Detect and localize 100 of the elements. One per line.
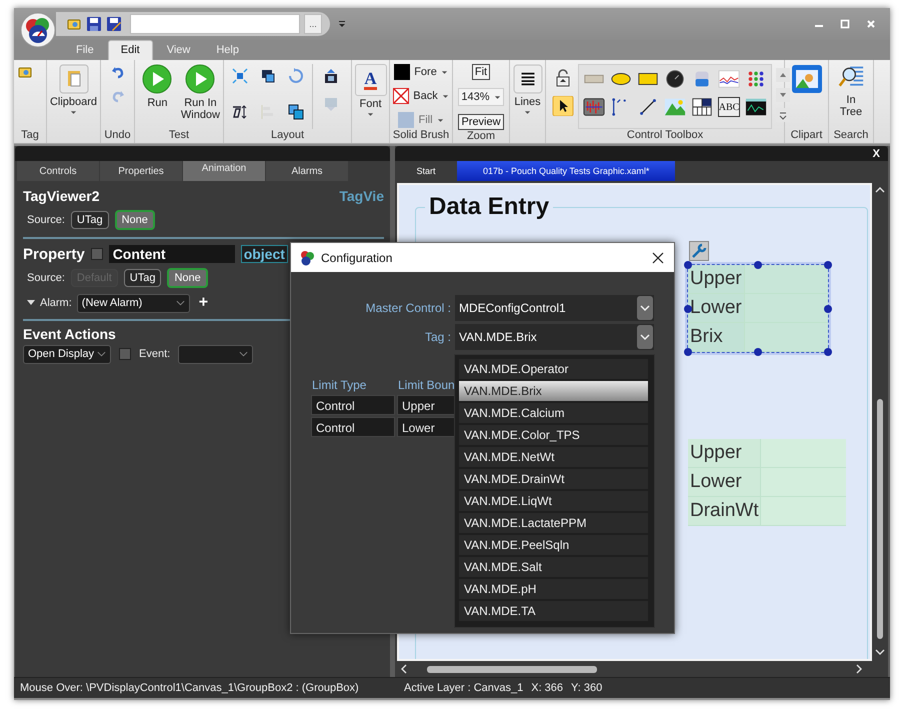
dropdown-option[interactable]: VAN.MDE.TA (459, 601, 648, 621)
alarm-dropdown[interactable]: (New Alarm) (76, 294, 190, 312)
chevron-icon (239, 351, 248, 357)
dropdown-option[interactable]: VAN.MDE.DrainWt (459, 469, 648, 489)
clipart-icon[interactable] (790, 64, 822, 96)
chevron-icon (176, 300, 185, 306)
panel-tab[interactable]: Alarms (266, 161, 348, 181)
panel-tab[interactable]: Properties (100, 161, 182, 181)
tag-label: Tag : (424, 330, 452, 344)
run-button[interactable]: Run In Window (180, 64, 220, 129)
panel-tab[interactable]: Controls (17, 161, 99, 181)
menu-tab[interactable]: Edit (108, 40, 153, 60)
dropdown-option[interactable]: VAN.MDE.Salt (459, 557, 648, 577)
source-button[interactable]: None (167, 268, 208, 288)
scroll-down-icon[interactable] (875, 649, 885, 655)
lines-button[interactable]: Lines (512, 64, 542, 129)
tag-group[interactable]: Upper Lower DrainWt (688, 439, 846, 526)
scroll-right-icon[interactable] (856, 664, 862, 674)
section-title: Event Actions (23, 326, 117, 342)
master-control-dropdown[interactable]: MDEConfigControl1 (455, 295, 654, 321)
dropdown-option[interactable]: VAN.MDE.Brix (459, 381, 648, 401)
close-icon[interactable] (652, 252, 664, 264)
bar-chart-icon[interactable] (583, 97, 605, 117)
browse-button[interactable]: ... (304, 14, 322, 34)
event-checkbox[interactable] (119, 348, 131, 360)
customize-caret-icon[interactable] (338, 20, 346, 28)
chevron-icon (97, 351, 106, 357)
fit-button[interactable]: Fit (472, 64, 490, 80)
group-label: Tag (21, 129, 39, 143)
resize-handle[interactable] (684, 261, 692, 269)
dropdown-option[interactable]: VAN.MDE.pH (459, 579, 648, 599)
preview-button[interactable]: Preview (458, 114, 504, 130)
tag-dropdown[interactable]: VAN.MDE.Brix (455, 324, 654, 350)
source-button[interactable]: None (114, 210, 155, 230)
title-field[interactable] (130, 14, 300, 34)
scroll-left-icon[interactable] (401, 664, 407, 674)
maximize-icon[interactable] (840, 19, 850, 29)
master-control-label: Master Control : (364, 301, 452, 315)
search-tree-button[interactable]: In Tree (836, 64, 866, 129)
dropdown-option[interactable]: VAN.MDE.LactatePPM (459, 513, 648, 533)
document-tab[interactable]: 017b - Pouch Quality Tests Graphic.xaml* (457, 161, 676, 181)
clipboard-button[interactable]: Clipboard (50, 64, 98, 129)
line-icon[interactable] (637, 97, 659, 117)
dropdown-option[interactable]: VAN.MDE.LiqWt (459, 491, 648, 511)
brush-color-button[interactable]: Fore (394, 64, 448, 80)
save-as-icon[interactable] (106, 16, 122, 32)
text-label-icon[interactable]: ABC (718, 97, 740, 117)
collapse-icon[interactable] (27, 300, 35, 306)
dropdown-option[interactable]: VAN.MDE.Calcium (459, 403, 648, 423)
limit-label: Lower (689, 296, 743, 320)
select-all-icon[interactable] (232, 68, 248, 84)
dropdown-option[interactable]: VAN.MDE.NetWt (459, 447, 648, 467)
limit-label: DrainWt (689, 499, 760, 523)
property-name-field[interactable]: Content (108, 245, 235, 263)
grid-icon[interactable] (691, 97, 713, 117)
y-coordinate: Y: 360 (571, 682, 602, 694)
action-dropdown[interactable]: Open Display (23, 344, 111, 364)
resize-handle[interactable] (824, 261, 832, 269)
pointer-icon[interactable] (552, 96, 574, 116)
caret-icon (524, 110, 531, 115)
resize-handle[interactable] (824, 348, 832, 356)
resize-handle[interactable] (754, 261, 762, 269)
resize-handle[interactable] (684, 348, 692, 356)
export-icon[interactable] (323, 68, 339, 84)
resize-handle[interactable] (684, 304, 692, 312)
gauge-icon[interactable] (664, 69, 686, 89)
scroll-up-icon[interactable] (875, 187, 885, 193)
caret-icon (70, 110, 77, 115)
close-panel-button[interactable]: X (864, 146, 888, 161)
zoom-dropdown[interactable]: 143% (458, 88, 504, 106)
limit-label: Upper (689, 441, 743, 465)
source-button[interactable]: UTag (70, 211, 109, 229)
chevron-icon (637, 296, 653, 320)
property-checkbox[interactable] (90, 248, 103, 260)
dropdown-option[interactable]: VAN.MDE.PeelSqln (459, 535, 648, 555)
table-cell: Control (311, 395, 395, 415)
caret-icon (442, 94, 449, 98)
add-alarm-button[interactable]: + (194, 294, 212, 312)
dropdown-option[interactable]: VAN.MDE.Operator (459, 359, 648, 379)
table-cell: Upper (397, 395, 457, 415)
x-coordinate: X: 366 (531, 682, 564, 694)
save-icon[interactable] (86, 16, 102, 32)
run-button[interactable]: Run (138, 64, 177, 129)
skew-icon[interactable] (232, 104, 248, 120)
source-button[interactable]: UTag (124, 269, 162, 287)
brush-color-button[interactable]: Back (393, 88, 449, 104)
no-color-icon (393, 88, 410, 104)
arrange-icon[interactable] (288, 104, 304, 120)
font-button[interactable]: A Font (354, 64, 386, 129)
group-label: Control Toolbox (626, 129, 704, 143)
play-icon (185, 64, 216, 94)
panel-tab[interactable]: Animation (183, 161, 265, 181)
resize-handle[interactable] (754, 348, 762, 356)
bring-front-icon[interactable] (260, 68, 276, 84)
line-chart-icon[interactable] (718, 69, 740, 89)
caret-icon (436, 118, 444, 122)
play-icon (142, 64, 172, 94)
trend-display-icon[interactable] (745, 97, 767, 117)
dropdown-option[interactable]: VAN.MDE.Color_TPS (459, 425, 648, 445)
group-label: Zoom (466, 130, 496, 143)
